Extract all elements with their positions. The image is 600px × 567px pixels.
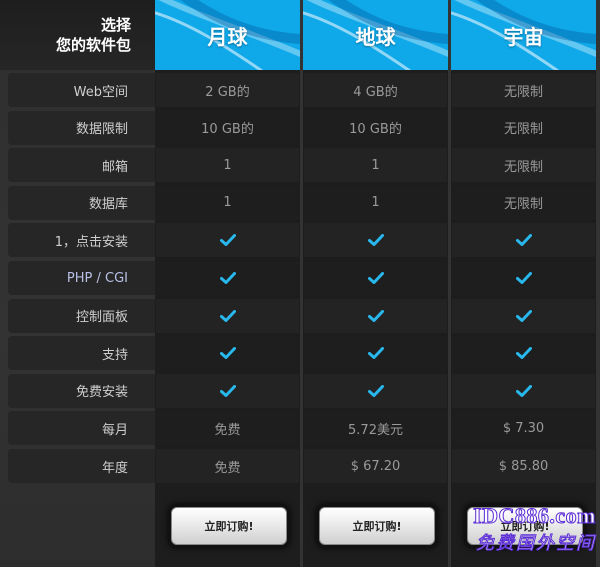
checkmark-icon	[367, 272, 384, 284]
row-label: Web空间	[8, 73, 155, 107]
table-cell: $ 67.20	[304, 449, 447, 483]
row-label: 控制面板	[8, 298, 155, 333]
table-cell	[156, 261, 299, 295]
table-cell	[304, 261, 447, 295]
plan-name: 地球	[355, 24, 396, 49]
row-label: PHP / CGI	[8, 261, 155, 295]
checkmark-icon	[219, 234, 236, 247]
plan-name: 月球	[207, 24, 248, 49]
table-cell: 1	[304, 148, 447, 183]
row-label: 邮箱	[8, 148, 155, 183]
order-now-button[interactable]: 立即订购!	[319, 507, 435, 545]
table-cell: 2 GB的	[156, 73, 299, 107]
order-now-button[interactable]: 立即订购!	[467, 507, 583, 545]
table-cell: 无限制	[452, 110, 595, 145]
checkmark-icon	[367, 234, 384, 247]
table-cell	[304, 336, 447, 371]
table-cell	[156, 223, 299, 258]
checkmark-icon	[219, 384, 236, 397]
row-label: 支持	[8, 336, 155, 371]
checkmark-icon	[515, 309, 532, 322]
checkmark-icon	[515, 347, 532, 360]
checkmark-icon	[367, 347, 384, 360]
row-label: 免费安装	[8, 373, 155, 408]
table-cell	[452, 373, 595, 408]
checkmark-icon	[515, 272, 532, 284]
table-cell: 1	[156, 185, 299, 220]
table-cell	[452, 336, 595, 371]
table-cell	[452, 223, 595, 258]
table-cell: 4 GB的	[304, 73, 447, 107]
checkmark-icon	[367, 309, 384, 322]
table-cell: $ 85.80	[452, 449, 595, 483]
table-cell: 免费	[156, 411, 299, 446]
table-cell	[452, 261, 595, 295]
table-cell	[304, 373, 447, 408]
table-cell	[156, 336, 299, 371]
table-cell	[452, 298, 595, 333]
row-label: 年度	[8, 449, 155, 483]
table-cell	[304, 223, 447, 258]
table-cell: 无限制	[452, 73, 595, 107]
table-cell	[156, 373, 299, 408]
checkmark-icon	[515, 384, 532, 397]
title-line-1: 选择	[100, 16, 131, 34]
checkmark-icon	[367, 384, 384, 397]
table-cell: 10 GB的	[156, 110, 299, 145]
table-cell: 无限制	[452, 148, 595, 183]
table-cell: 1	[304, 185, 447, 220]
table-cell: 无限制	[452, 185, 595, 220]
checkmark-icon	[515, 234, 532, 247]
order-now-button[interactable]: 立即订购!	[171, 507, 287, 545]
row-label: 数据限制	[8, 110, 155, 145]
row-label: 1，点击安装	[8, 223, 155, 258]
page-title: 选择 您的软件包	[0, 0, 155, 70]
checkmark-icon	[219, 347, 236, 360]
row-label: 每月	[8, 411, 155, 446]
plan-header: 地球	[303, 0, 448, 70]
table-cell: 免费	[156, 449, 299, 483]
table-cell: 5.72美元	[304, 411, 447, 446]
table-cell	[304, 298, 447, 333]
table-cell	[156, 298, 299, 333]
plan-header: 宇宙	[451, 0, 596, 70]
plan-header: 月球	[155, 0, 300, 70]
plan-name: 宇宙	[503, 24, 544, 49]
table-cell: $ 7.30	[452, 411, 595, 446]
checkmark-icon	[219, 272, 236, 284]
table-cell: 10 GB的	[304, 110, 447, 145]
table-cell: 1	[156, 148, 299, 183]
checkmark-icon	[219, 309, 236, 322]
title-line-2: 您的软件包	[55, 36, 131, 54]
row-label: 数据库	[8, 185, 155, 220]
